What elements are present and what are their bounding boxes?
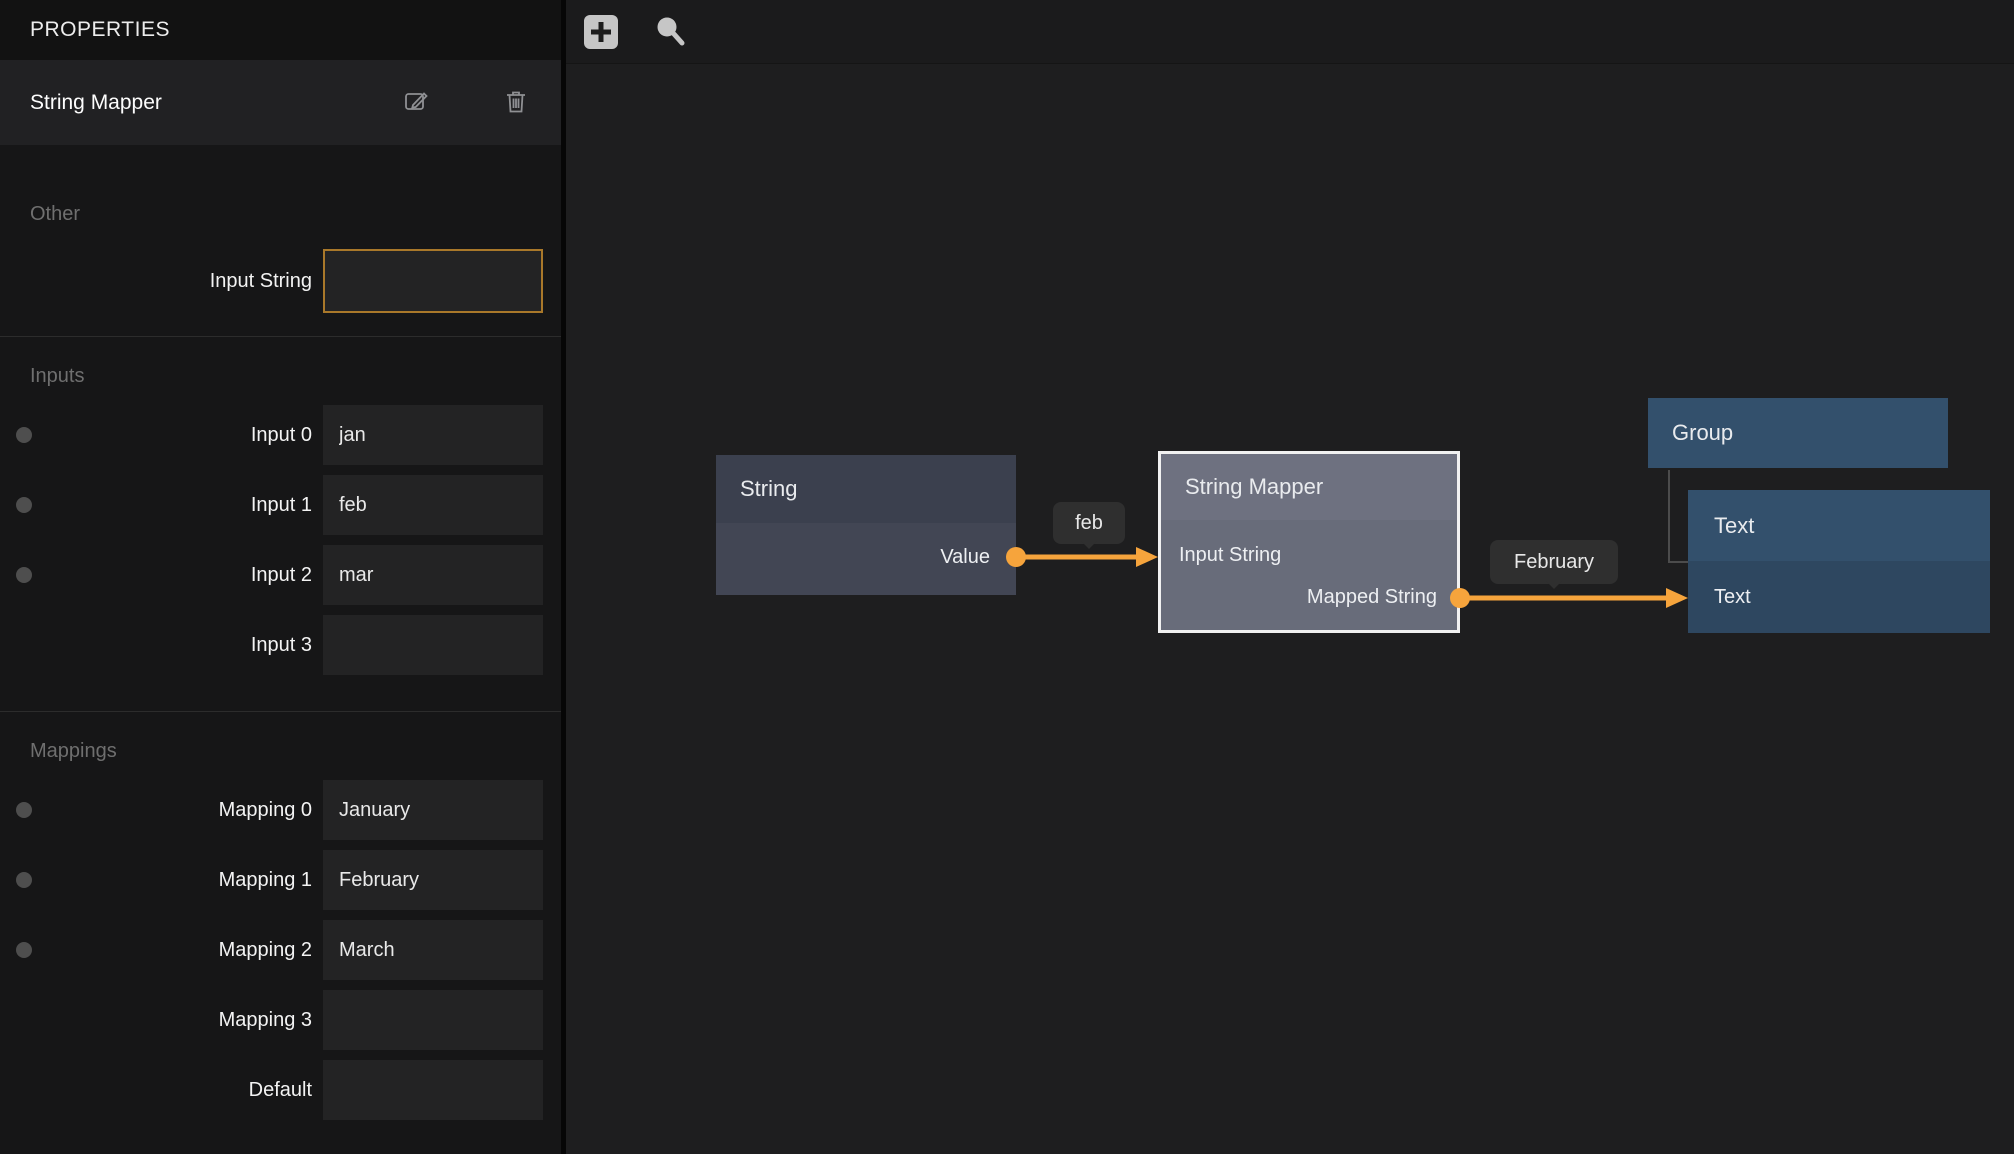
node-title: Text (1714, 513, 1754, 539)
node-canvas[interactable]: String Value String Mapper Input String … (566, 64, 2014, 1154)
section-other: Other Input String (0, 145, 561, 336)
mapping-2-field[interactable] (323, 920, 543, 980)
section-mappings-label: Mappings (30, 738, 561, 764)
node-string-header: String (716, 455, 1016, 523)
section-other-label: Other (30, 201, 561, 227)
output-port-mapped-string[interactable]: Mapped String (1161, 576, 1457, 618)
node-string-body: Value (716, 523, 1016, 595)
add-node-button[interactable] (584, 15, 618, 49)
connection-value-tooltip: February (1490, 540, 1618, 584)
connection-indicator-dot (16, 427, 32, 443)
default-field[interactable] (323, 1060, 543, 1120)
properties-panel-body: Other Input String Inputs Input 0 Input … (0, 145, 561, 1154)
input-2-field[interactable] (323, 545, 543, 605)
node-string-mapper-header: String Mapper (1161, 454, 1457, 520)
search-icon (653, 38, 689, 53)
canvas-toolbar (566, 0, 2014, 64)
node-string[interactable]: String Value (716, 455, 1016, 595)
property-row-input-string: Input String (0, 249, 543, 313)
input-3-field[interactable] (323, 615, 543, 675)
property-row-mapping-3: Mapping 3 (0, 990, 543, 1050)
delete-node-button[interactable] (505, 89, 527, 117)
property-label: Mapping 0 (0, 799, 323, 822)
search-button[interactable] (653, 14, 689, 50)
node-title: String (740, 476, 797, 502)
properties-panel-header: PROPERTIES (0, 0, 561, 60)
input-0-field[interactable] (323, 405, 543, 465)
property-label: Mapping 2 (0, 939, 323, 962)
section-inputs-label: Inputs (30, 363, 561, 389)
connection-indicator-dot (16, 942, 32, 958)
section-inputs: Inputs Input 0 Input 1 Input 2 Input 3 (0, 337, 561, 711)
property-row-mapping-1: Mapping 1 (0, 850, 543, 910)
port-label: Input String (1179, 544, 1281, 567)
property-label: Input 2 (0, 564, 323, 587)
input-1-field[interactable] (323, 475, 543, 535)
property-label: Input 3 (0, 634, 323, 657)
connection-value: feb (1075, 512, 1103, 535)
selected-node-title: String Mapper (30, 91, 162, 115)
input-port-text[interactable]: Text (1688, 576, 1990, 618)
property-row-mapping-2: Mapping 2 (0, 920, 543, 980)
port-label: Value (940, 546, 990, 569)
property-label: Mapping 1 (0, 869, 323, 892)
connection-indicator-dot (16, 872, 32, 888)
trash-icon (505, 89, 527, 117)
node-text-header: Text (1688, 490, 1990, 561)
property-label: Default (0, 1079, 323, 1102)
property-row-input-1: Input 1 (0, 475, 543, 535)
editor-area: String Value String Mapper Input String … (566, 0, 2014, 1154)
connection-value-tooltip: feb (1053, 502, 1125, 544)
connection-arrowhead (1136, 547, 1158, 567)
property-label: Mapping 3 (0, 1009, 323, 1032)
node-text[interactable]: Text Text (1688, 490, 1990, 633)
connection-indicator-dot (16, 567, 32, 583)
mapping-0-field[interactable] (323, 780, 543, 840)
property-row-mapping-0: Mapping 0 (0, 780, 543, 840)
node-text-body: Text (1688, 561, 1990, 633)
selected-node-row: String Mapper (0, 60, 561, 145)
node-title: String Mapper (1185, 474, 1323, 500)
node-string-mapper-body: Input String Mapped String (1161, 520, 1457, 630)
input-string-field[interactable] (323, 249, 543, 313)
property-row-input-2: Input 2 (0, 545, 543, 605)
properties-panel: PROPERTIES String Mapper (0, 0, 561, 1154)
connection-indicator-dot (16, 497, 32, 513)
node-title: Group (1672, 420, 1733, 446)
edit-node-button[interactable] (403, 88, 429, 117)
input-port-input-string[interactable]: Input String (1161, 534, 1457, 576)
property-label: Input 1 (0, 494, 323, 517)
mapping-1-field[interactable] (323, 850, 543, 910)
node-group-header: Group (1648, 398, 1948, 468)
port-label: Text (1714, 586, 1751, 609)
property-label: Input String (0, 270, 323, 293)
section-mappings: Mappings Mapping 0 Mapping 1 Mapping 2 M… (0, 712, 561, 1154)
connection-arrowhead (1666, 588, 1688, 608)
port-label: Mapped String (1307, 586, 1437, 609)
connection-indicator-dot (16, 802, 32, 818)
property-row-input-0: Input 0 (0, 405, 543, 465)
properties-panel-title: PROPERTIES (30, 18, 170, 42)
node-string-mapper[interactable]: String Mapper Input String Mapped String (1158, 451, 1460, 633)
property-row-default: Default (0, 1060, 543, 1120)
hierarchy-connector-line (1669, 470, 1688, 562)
node-group[interactable]: Group (1648, 398, 1948, 468)
property-row-input-3: Input 3 (0, 615, 543, 675)
connection-value: February (1514, 551, 1594, 574)
property-label: Input 0 (0, 424, 323, 447)
edit-icon (403, 88, 429, 117)
mapping-3-field[interactable] (323, 990, 543, 1050)
output-port-value[interactable]: Value (716, 536, 1016, 578)
